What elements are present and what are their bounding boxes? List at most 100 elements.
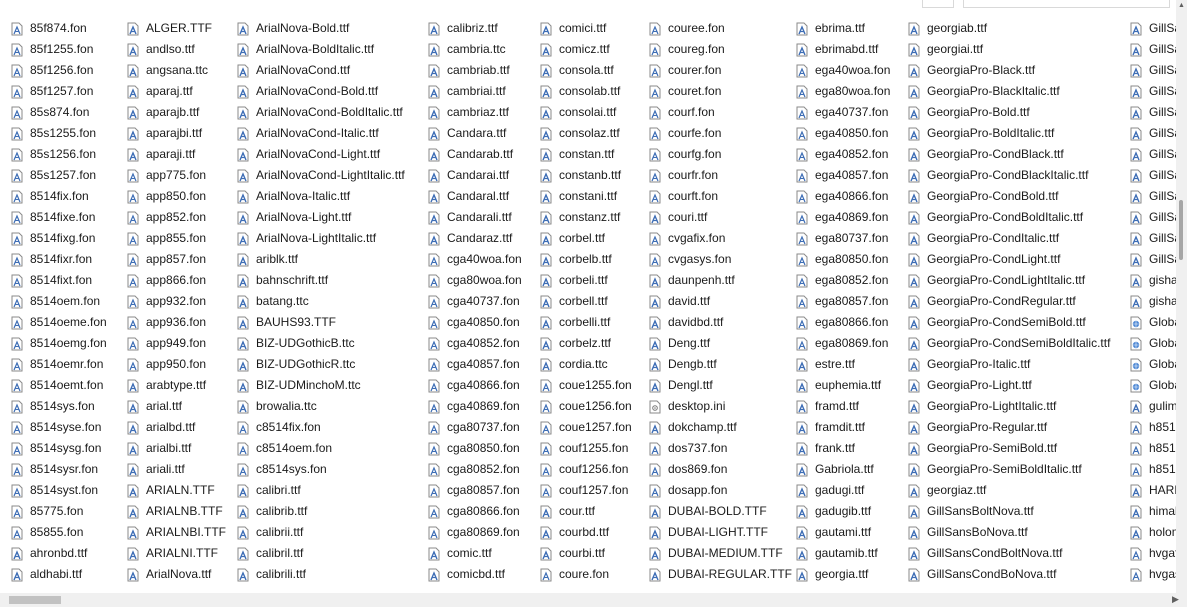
file-item[interactable]: 8514sysg.fon [10,438,101,459]
file-item[interactable]: GeorgiaPro-BoldItalic.ttf [907,123,1054,144]
file-item[interactable]: app857.fon [126,249,206,270]
file-item[interactable]: constanz.ttf [539,207,620,228]
file-item[interactable]: 85s874.fon [10,102,89,123]
file-item[interactable]: andlso.ttf [126,39,195,60]
file-item[interactable]: davidbd.ttf [648,312,723,333]
file-item[interactable]: DUBAI-BOLD.TTF [648,501,767,522]
file-item[interactable]: arialbd.ttf [126,417,195,438]
file-item[interactable]: calibri.ttf [236,480,301,501]
file-item[interactable]: consola.ttf [539,60,614,81]
file-item[interactable]: calibril.ttf [236,543,303,564]
file-item[interactable]: calibriz.ttf [427,18,498,39]
file-item[interactable]: 8514oem.fon [10,291,100,312]
file-item[interactable]: coue1256.fon [539,396,632,417]
file-item[interactable]: c8514oem.fon [236,438,332,459]
file-item[interactable]: app850.fon [126,186,206,207]
file-item[interactable]: gautamib.ttf [795,543,878,564]
file-item[interactable]: courfe.fon [648,123,721,144]
file-item[interactable]: ega80852.fon [795,270,888,291]
file-item[interactable]: GillSansCondBoltNova.ttf [907,543,1062,564]
file-item[interactable]: framdit.ttf [795,417,865,438]
file-item[interactable]: Candarab.ttf [427,144,513,165]
file-item[interactable]: GillSansCondBoNova.ttf [907,564,1056,585]
file-item[interactable]: ebrimabd.ttf [795,39,878,60]
file-item[interactable]: ArialNovaCond-Bold.ttf [236,81,378,102]
file-item[interactable]: bahnschrift.ttf [236,270,328,291]
file-item[interactable]: 8514oemt.fon [10,375,103,396]
file-item[interactable]: c8514sys.fon [236,459,327,480]
file-item[interactable]: 85f874.fon [10,18,87,39]
file-item[interactable]: Candarai.ttf [427,165,509,186]
file-item[interactable]: ega40850.fon [795,123,888,144]
file-item[interactable]: cordia.ttc [539,354,608,375]
horizontal-scrollbar[interactable]: ▶ [0,593,1187,607]
file-item[interactable]: ArialNova.ttf [126,564,211,585]
file-item[interactable]: GeorgiaPro-SemiBoldItalic.ttf [907,459,1082,480]
file-item[interactable]: comic.ttf [427,543,492,564]
file-item[interactable]: courf.fon [648,102,715,123]
file-item[interactable]: GeorgiaPro-CondLightItalic.ttf [907,270,1085,291]
file-item[interactable]: dokchamp.ttf [648,417,737,438]
file-item[interactable]: courbi.ttf [539,543,605,564]
file-item[interactable]: corbelz.ttf [539,333,611,354]
search-box-fragment[interactable] [963,0,1170,8]
file-item[interactable]: GeorgiaPro-CondBlackItalic.ttf [907,165,1088,186]
file-item[interactable]: euphemia.ttf [795,375,881,396]
file-item[interactable]: coue1257.fon [539,417,632,438]
file-item[interactable]: cga80857.fon [427,480,520,501]
file-item[interactable]: comicbd.ttf [427,564,505,585]
file-item[interactable]: couri.ttf [648,207,707,228]
file-item[interactable]: ARIALNBI.TTF [126,522,226,543]
file-item[interactable]: ArialNova-BoldItalic.ttf [236,39,374,60]
file-item[interactable]: ariali.ttf [126,459,185,480]
file-item[interactable]: ega40woa.fon [795,60,890,81]
file-item[interactable]: gadugi.ttf [795,480,864,501]
file-item[interactable]: app775.fon [126,165,206,186]
file-item[interactable]: courfr.fon [648,165,718,186]
file-item[interactable]: GeorgiaPro-Regular.ttf [907,417,1047,438]
file-item[interactable]: georgiab.ttf [907,18,987,39]
file-item[interactable]: couf1255.fon [539,438,628,459]
file-item[interactable]: Candaraz.ttf [427,228,512,249]
file-item[interactable]: cvgasys.fon [648,249,731,270]
file-item[interactable]: cga40737.fon [427,291,520,312]
file-item[interactable]: GeorgiaPro-SemiBold.ttf [907,438,1057,459]
file-item[interactable]: app852.fon [126,207,206,228]
file-item[interactable]: ega80857.fon [795,291,888,312]
file-item[interactable]: coue1255.fon [539,375,632,396]
file-item[interactable]: ahronbd.ttf [10,543,87,564]
file-item[interactable]: 85775.fon [10,501,83,522]
file-item[interactable]: 8514syst.fon [10,480,98,501]
file-item[interactable]: cambriab.ttf [427,60,510,81]
file-item[interactable]: BIZ-UDMinchoM.ttc [236,375,361,396]
file-item[interactable]: ega80869.fon [795,333,888,354]
file-item[interactable]: georgia.ttf [795,564,868,585]
file-item[interactable]: cga80866.fon [427,501,520,522]
file-item[interactable]: corbeli.ttf [539,270,608,291]
file-item[interactable]: ArialNova-Light.ttf [236,207,351,228]
file-item[interactable]: Dengb.ttf [648,354,717,375]
file-item[interactable]: aparaji.ttf [126,144,195,165]
file-item[interactable]: dos737.fon [648,438,727,459]
file-item[interactable]: Candarali.ttf [427,207,512,228]
file-item[interactable]: courbd.ttf [539,522,609,543]
file-item[interactable]: ARIALNB.TTF [126,501,223,522]
file-item[interactable]: app866.fon [126,270,206,291]
file-item[interactable]: ArialNovaCond-BoldItalic.ttf [236,102,403,123]
file-item[interactable]: app855.fon [126,228,206,249]
file-item[interactable]: batang.ttc [236,291,309,312]
file-item[interactable]: ega40866.fon [795,186,888,207]
scroll-right-arrow-icon[interactable]: ▶ [1172,594,1179,605]
file-item[interactable]: arialbi.ttf [126,438,191,459]
file-item[interactable]: 8514sys.fon [10,396,95,417]
file-item[interactable]: aparaj.ttf [126,81,193,102]
file-item[interactable]: consolab.ttf [539,81,620,102]
file-item[interactable]: 85855.fon [10,522,83,543]
file-item[interactable]: calibrili.ttf [236,564,306,585]
file-item[interactable]: GillSansBoltNova.ttf [907,501,1034,522]
file-item[interactable]: 85s1255.fon [10,123,96,144]
file-item[interactable]: cga40866.fon [427,375,520,396]
file-item[interactable]: corbel.ttf [539,228,605,249]
file-item[interactable]: comici.ttf [539,18,606,39]
vertical-scrollbar[interactable]: ▲ [1176,0,1187,593]
